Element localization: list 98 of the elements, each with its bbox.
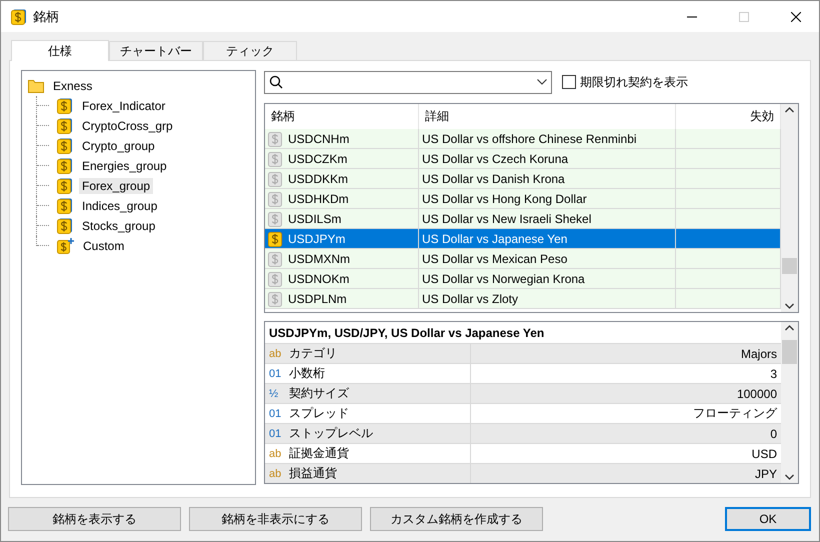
property-value: 100000 (736, 386, 777, 400)
tab[interactable]: ティック (203, 41, 297, 60)
scrollbar-thumb[interactable] (782, 258, 797, 274)
table-cell: USDCNHm (288, 132, 350, 146)
tab[interactable]: チャートバー (109, 41, 203, 60)
symbol-group-icon (57, 158, 73, 174)
dropdown-icon (537, 79, 547, 85)
table-cell: US Dollar vs Zloty (419, 289, 676, 308)
tree-item[interactable]: Forex_group (79, 178, 154, 194)
property-value: フローティング (693, 405, 777, 422)
type-icon: 01 (269, 428, 283, 440)
symbol-row[interactable]: USDJPYm US Dollar vs Japanese Yen (265, 229, 781, 249)
scrollbar[interactable] (781, 322, 798, 483)
search-field[interactable] (264, 70, 552, 94)
type-icon: ab (269, 348, 283, 360)
custom-symbol-icon (57, 238, 74, 254)
symbol-group-icon (57, 118, 73, 134)
property-name: 損益通貨 (289, 465, 337, 482)
dollar-icon (268, 230, 284, 246)
table-cell: US Dollar vs New Israeli Shekel (419, 209, 676, 228)
table-cell: USDILSm (288, 212, 342, 226)
symbol-row[interactable]: USDPLNm US Dollar vs Zloty (265, 289, 781, 309)
table-cell: USDCZKm (288, 152, 348, 166)
symbol-row[interactable]: USDCNHm US Dollar vs offshore Chinese Renminbi (265, 129, 781, 149)
dollar-icon (268, 210, 284, 226)
property-name: スプレッド (289, 405, 349, 422)
type-icon: ab (269, 448, 283, 460)
property-value: USD (752, 446, 777, 460)
symbol-row[interactable]: USDCZKm US Dollar vs Czech Koruna (265, 149, 781, 169)
tree-item[interactable]: Energies_group (79, 158, 170, 174)
tree-item[interactable]: Exness (50, 78, 96, 94)
table-cell: US Dollar vs Czech Koruna (419, 149, 676, 168)
table-cell: USDPLNm (288, 292, 347, 306)
table-cell: USDDKKm (288, 172, 348, 186)
dollar-icon (268, 170, 284, 186)
property-value: 3 (770, 366, 777, 380)
dollar-icon (268, 130, 284, 146)
type-icon: ½ (269, 388, 283, 400)
dollar-icon (268, 290, 284, 306)
checkbox-label: 期限切れ契約を表示 (580, 74, 688, 90)
window-title: 銘柄 (33, 8, 60, 26)
property-name: 契約サイズ (289, 385, 349, 402)
dollar-icon (268, 270, 284, 286)
type-icon: ab (269, 468, 283, 480)
symbol-row[interactable]: USDILSm US Dollar vs New Israeli Shekel (265, 209, 781, 229)
folder-icon (28, 79, 44, 93)
property-name: 小数桁 (289, 365, 325, 382)
property-value: Majors (740, 346, 777, 360)
close-icon[interactable] (791, 12, 801, 22)
type-icon: 01 (269, 408, 283, 420)
symbol-row[interactable]: USDMXNm US Dollar vs Mexican Peso (265, 249, 781, 269)
table-cell: US Dollar vs Japanese Yen (419, 229, 676, 248)
property-name: 証拠金通貨 (289, 445, 349, 462)
tab[interactable]: 仕様 (11, 40, 109, 61)
property-name: カテゴリ (289, 345, 337, 362)
property-value: 0 (770, 426, 777, 440)
table-cell: US Dollar vs Mexican Peso (419, 249, 676, 268)
dollar-icon (268, 190, 284, 206)
table-cell: US Dollar vs Hong Kong Dollar (419, 189, 676, 208)
action-button[interactable]: カスタム銘柄を作成する (370, 507, 543, 531)
ok-button[interactable]: OK (725, 507, 811, 531)
symbol-group-icon (57, 138, 73, 154)
tree-item[interactable]: Indices_group (79, 198, 160, 214)
scrollbar[interactable] (781, 104, 798, 312)
action-button[interactable]: 銘柄を表示する (8, 507, 181, 531)
tree-item[interactable]: Stocks_group (79, 218, 158, 234)
tree-item[interactable]: CryptoCross_grp (79, 118, 176, 134)
tree-item[interactable]: Crypto_group (79, 138, 158, 154)
symbol-row[interactable]: USDHKDm US Dollar vs Hong Kong Dollar (265, 189, 781, 209)
table-cell: USDJPYm (288, 232, 346, 246)
table-cell: US Dollar vs offshore Chinese Renminbi (419, 129, 676, 148)
action-button[interactable]: 銘柄を非表示にする (189, 507, 362, 531)
symbol-group-icon (57, 98, 73, 114)
dollar-icon (268, 150, 284, 166)
table-cell: USDHKDm (288, 192, 349, 206)
table-cell: US Dollar vs Danish Krona (419, 169, 676, 188)
scrollbar-thumb[interactable] (782, 340, 797, 364)
scroll-down-icon[interactable] (785, 303, 794, 309)
scroll-down-icon[interactable] (785, 474, 794, 480)
show-expired-checkbox[interactable] (562, 75, 576, 89)
table-cell: USDNOKm (288, 272, 350, 286)
symbol-row[interactable]: USDDKKm US Dollar vs Danish Krona (265, 169, 781, 189)
tree-item[interactable]: Forex_Indicator (79, 98, 168, 114)
scroll-up-icon[interactable] (785, 107, 794, 113)
symbol-row[interactable]: USDNOKm US Dollar vs Norwegian Krona (265, 269, 781, 289)
property-value: JPY (754, 466, 777, 480)
table-cell: US Dollar vs Norwegian Krona (419, 269, 676, 288)
symbol-group-icon (57, 198, 73, 214)
property-name: ストップレベル (289, 425, 373, 442)
scroll-up-icon[interactable] (785, 325, 794, 331)
table-cell: USDMXNm (288, 252, 350, 266)
tree-item[interactable]: Custom (80, 238, 128, 254)
dollar-icon (268, 250, 284, 266)
symbol-group-icon (57, 178, 73, 194)
symbol-group-icon (57, 218, 73, 234)
app-icon (11, 8, 27, 24)
type-icon: 01 (269, 368, 283, 380)
search-icon (269, 75, 283, 89)
